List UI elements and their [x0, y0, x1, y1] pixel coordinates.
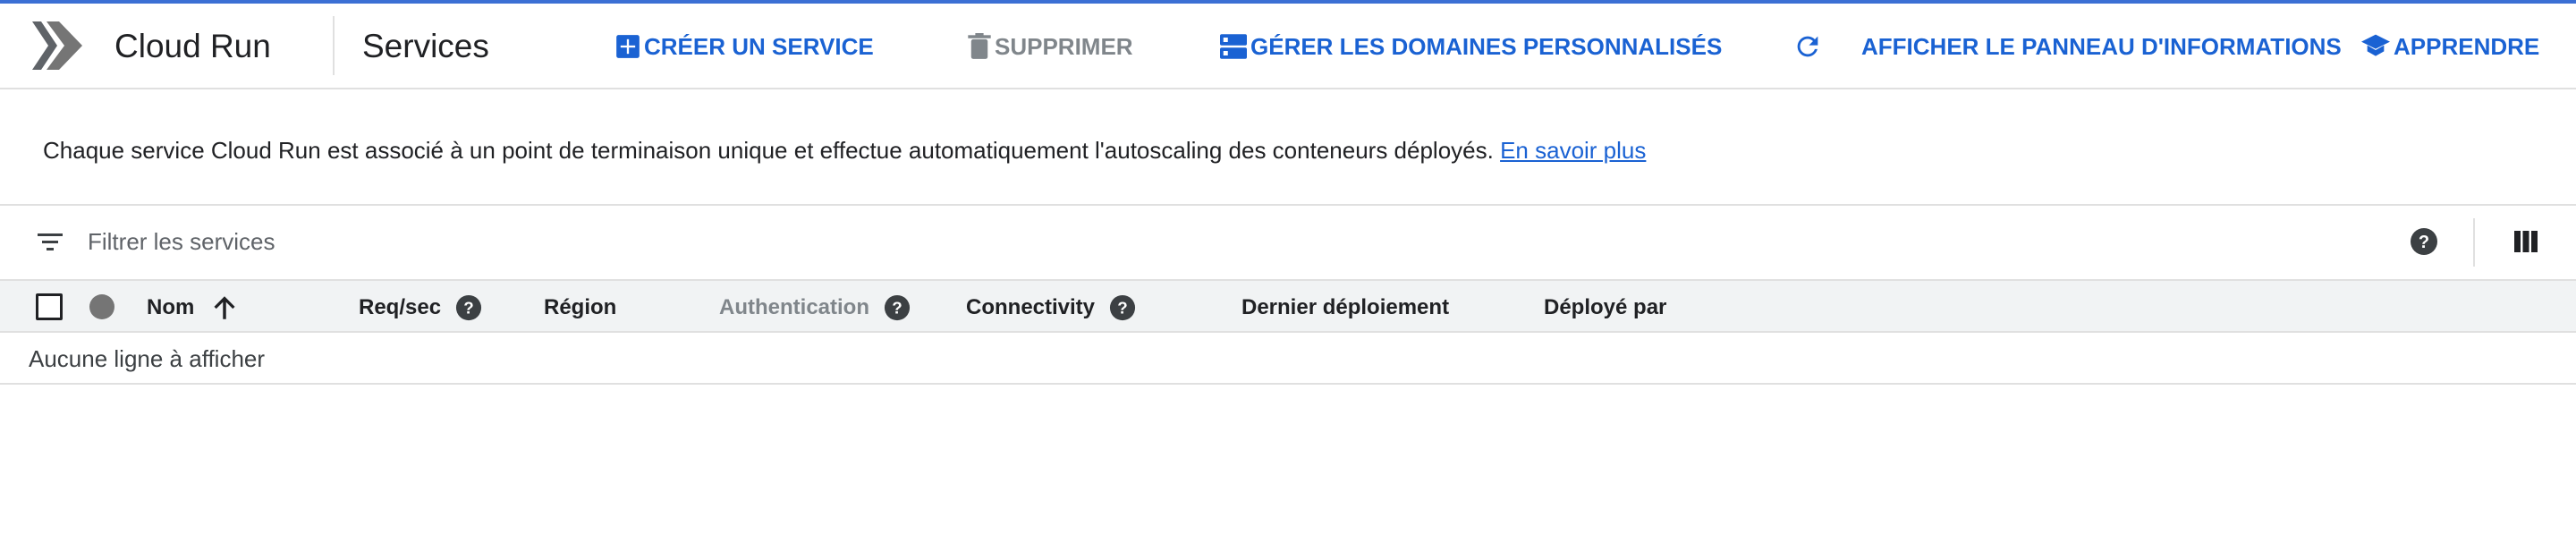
svg-text:?: ?	[892, 299, 902, 318]
column-deployed-by-label: Déployé par	[1544, 295, 1667, 319]
learn-more-link[interactable]: En savoir plus	[1500, 137, 1646, 164]
column-header-name[interactable]: Nom	[147, 294, 237, 321]
create-service-label: CRÉER UN SERVICE	[644, 32, 874, 60]
refresh-button[interactable]	[1792, 30, 1823, 63]
column-name-label: Nom	[147, 295, 195, 319]
info-text-line: Chaque service Cloud Run est associé à u…	[43, 136, 1646, 165]
column-display-icon[interactable]	[2513, 229, 2538, 254]
filter-services-input[interactable]	[88, 224, 1161, 259]
manage-domains-button[interactable]: GÉRER LES DOMAINES PERSONNALISÉS	[1220, 30, 1722, 63]
filter-icon	[38, 233, 63, 250]
help-icon[interactable]: ?	[2410, 227, 2438, 256]
select-all-checkbox[interactable]	[36, 293, 63, 320]
domains-icon	[1220, 34, 1247, 59]
help-icon[interactable]: ?	[884, 294, 911, 321]
column-auth-label: Authentication	[719, 295, 869, 319]
column-connectivity-label: Connectivity	[966, 295, 1096, 319]
app-title: Cloud Run	[114, 28, 271, 64]
divider	[333, 16, 335, 75]
delete-button[interactable]: SUPPRIMER	[968, 30, 1133, 63]
refresh-icon	[1797, 36, 1818, 57]
manage-domains-label: GÉRER LES DOMAINES PERSONNALISÉS	[1250, 32, 1723, 60]
create-service-button[interactable]: CRÉER UN SERVICE	[615, 30, 874, 63]
svg-text:?: ?	[463, 299, 473, 318]
learn-label: APPRENDRE	[2394, 32, 2540, 60]
filter-bar: ?	[0, 206, 2576, 279]
column-header-region[interactable]: Région	[544, 294, 616, 321]
column-req-label: Req/sec	[359, 295, 442, 319]
delete-label: SUPPRIMER	[995, 32, 1133, 60]
add-box-icon	[616, 35, 640, 58]
column-header-last-deploy[interactable]: Dernier déploiement	[1241, 294, 1449, 321]
svg-text:?: ?	[1117, 299, 1127, 318]
help-icon[interactable]: ?	[1109, 294, 1136, 321]
column-header-authentication[interactable]: Authentication ?	[719, 294, 911, 321]
svg-text:?: ?	[2419, 233, 2429, 252]
learn-button[interactable]: APPRENDRE	[2361, 30, 2539, 63]
status-column-icon	[89, 294, 114, 319]
table-empty-row: Aucune ligne à afficher	[0, 333, 2576, 385]
school-icon	[2361, 34, 2390, 56]
column-header-connectivity[interactable]: Connectivity ?	[966, 294, 1136, 321]
info-panel-label: AFFICHER LE PANNEAU D'INFORMATIONS	[1861, 32, 2342, 60]
info-banner: Chaque service Cloud Run est associé à u…	[0, 89, 2576, 206]
info-description: Chaque service Cloud Run est associé à u…	[43, 137, 1494, 164]
column-region-label: Région	[544, 295, 617, 319]
app-bar: Cloud Run Services CRÉER UN SERVICE SUPP…	[0, 4, 2576, 89]
table-header: Nom Req/sec ? Région Authentication ? Co…	[0, 279, 2576, 333]
empty-state-text: Aucune ligne à afficher	[29, 345, 266, 372]
column-header-deployed-by[interactable]: Déployé par	[1544, 294, 1666, 321]
divider	[2473, 218, 2475, 267]
trash-icon	[968, 33, 991, 59]
help-icon[interactable]: ?	[455, 294, 482, 321]
column-last-deploy-label: Dernier déploiement	[1241, 295, 1450, 319]
cloud-run-logo	[32, 21, 82, 70]
info-panel-button[interactable]: AFFICHER LE PANNEAU D'INFORMATIONS	[1861, 30, 2342, 63]
sort-arrow-up-icon	[214, 296, 235, 319]
page-title: Services	[362, 28, 489, 64]
column-header-req-sec[interactable]: Req/sec ?	[359, 294, 482, 321]
